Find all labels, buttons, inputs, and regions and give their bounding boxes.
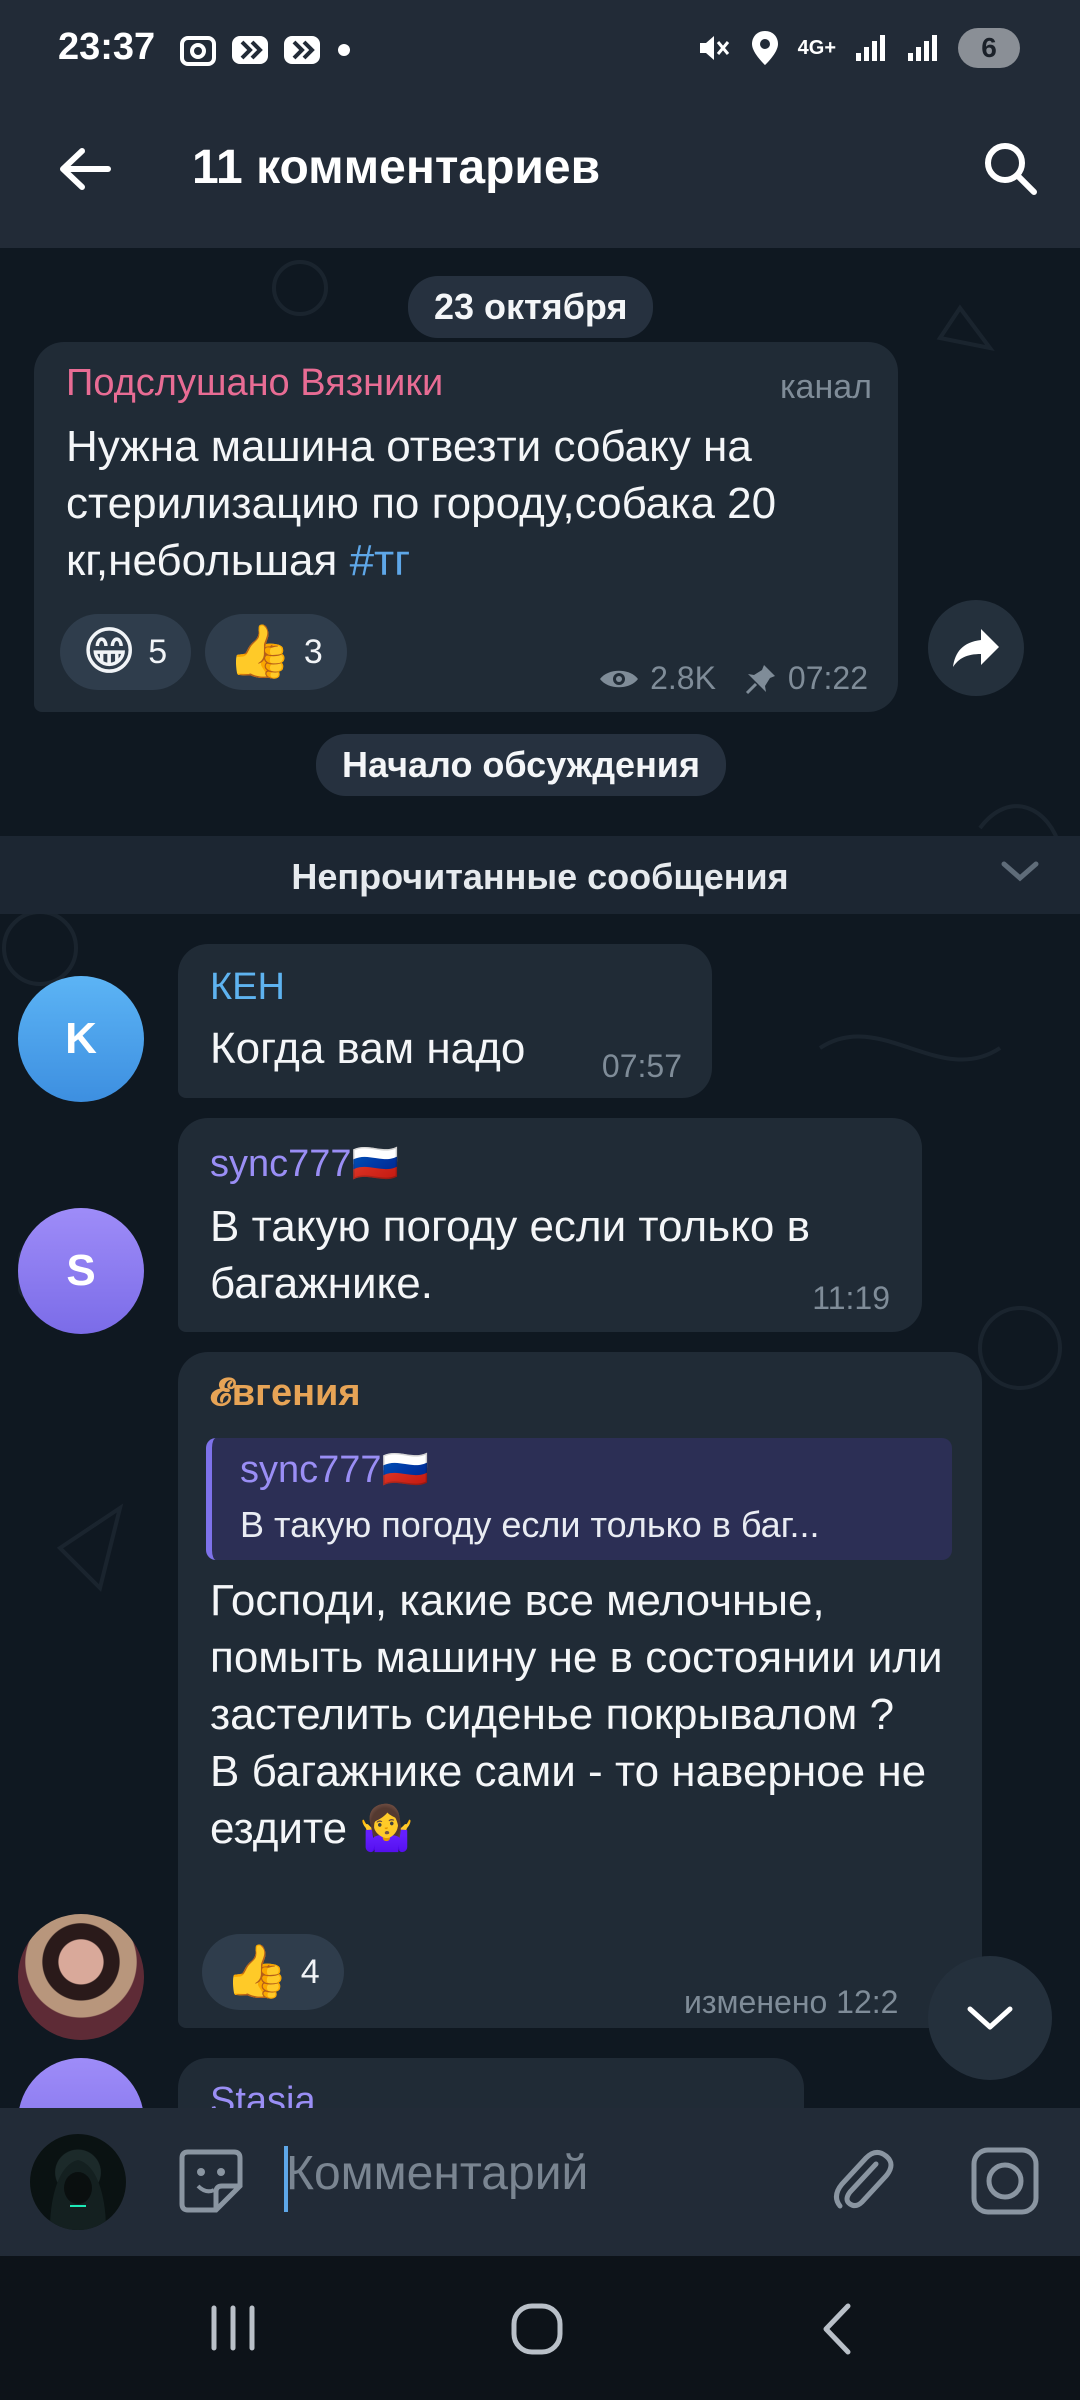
- message-bubble[interactable]: 𝓔вгения sync777🇷🇺 В такую погоду если то…: [178, 1352, 982, 2028]
- grin-emoji: 😁: [82, 623, 137, 681]
- signal-icon-2: [908, 35, 937, 61]
- reply-quote[interactable]: sync777🇷🇺 В такую погоду если только в б…: [206, 1438, 952, 1560]
- unread-label: Непрочитанные сообщения: [291, 856, 789, 897]
- post-text: Нужна машина отвезти собаку на стерилиза…: [66, 418, 866, 589]
- share-arrow-icon: [953, 629, 999, 667]
- message-bubble-partial[interactable]: Stasia: [178, 2058, 804, 2108]
- avatar[interactable]: [18, 2058, 144, 2108]
- reaction-count: 5: [148, 632, 168, 671]
- channel-name[interactable]: Подслушано Вязники: [66, 362, 443, 405]
- quote-author: sync777🇷🇺: [240, 1449, 429, 1491]
- message-bubble[interactable]: sync777🇷🇺 В такую погоду если только в б…: [178, 1118, 922, 1332]
- comment-input[interactable]: Комментарий: [286, 2146, 588, 2201]
- home-button[interactable]: [510, 2302, 564, 2361]
- thumbs-up-emoji: 👍: [227, 623, 292, 681]
- signal-icon: [856, 35, 885, 61]
- mute-icon: [699, 36, 729, 60]
- send-as-avatar[interactable]: [30, 2134, 126, 2230]
- reaction-thumbs-up[interactable]: 👍 3: [205, 614, 347, 690]
- pin-icon: [745, 664, 775, 694]
- quote-text: В такую погоду если только в баг...: [240, 1504, 820, 1545]
- media-icon: [232, 36, 268, 64]
- chevron-left-icon: [823, 2303, 851, 2355]
- back-button[interactable]: [40, 124, 130, 214]
- message-author[interactable]: Stasia: [210, 2080, 316, 2108]
- avatar-photo[interactable]: [18, 1914, 144, 2040]
- post-body: Нужна машина отвезти собаку на стерилиза…: [66, 422, 777, 585]
- dot-icon: [338, 44, 350, 56]
- scroll-to-bottom-button[interactable]: [928, 1956, 1052, 2080]
- status-right-icons: 4G+ 6: [696, 28, 1020, 68]
- post-meta: 2.8K 07:22: [598, 660, 868, 697]
- message-author[interactable]: 𝓔вгения: [210, 1372, 361, 1415]
- back-nav-button[interactable]: [818, 2302, 858, 2361]
- recent-apps-icon: [211, 2305, 255, 2351]
- reaction-thumbs-up[interactable]: 👍 4: [202, 1934, 344, 2010]
- collapse-unread-button[interactable]: [1000, 856, 1040, 891]
- location-icon: [751, 31, 778, 65]
- emoji-button[interactable]: [176, 2146, 246, 2221]
- avatar[interactable]: K: [18, 976, 144, 1102]
- screenshot-icon: [180, 36, 216, 66]
- discussion-start-pill: Начало обсуждения: [316, 734, 726, 796]
- avatar[interactable]: S: [18, 1208, 144, 1334]
- post-time: 07:22: [787, 660, 868, 696]
- network-type: 4G+: [797, 36, 836, 59]
- channel-post[interactable]: Подслушано Вязники канал Нужна машина от…: [34, 342, 898, 712]
- message-time: 11:19: [812, 1280, 890, 1316]
- views-count: 2.8K: [650, 660, 716, 696]
- message-time: 07:57: [601, 1048, 682, 1084]
- status-left-icons: [178, 30, 354, 70]
- message-author[interactable]: КЕН: [210, 966, 285, 1009]
- status-time: 23:37: [58, 26, 156, 68]
- thumbs-up-emoji: 👍: [224, 1943, 289, 2001]
- search-button[interactable]: [960, 118, 1060, 218]
- home-icon: [511, 2303, 563, 2355]
- date-pill: 23 октября: [408, 276, 654, 338]
- video-message-icon: [971, 2147, 1039, 2215]
- reaction-grin[interactable]: 😁 5: [60, 614, 192, 690]
- share-button[interactable]: [928, 600, 1024, 696]
- message-bubble[interactable]: КЕН Когда вам надо 07:57: [178, 944, 712, 1098]
- page-title: 11 комментариев: [192, 141, 601, 194]
- hashtag-link[interactable]: #тг: [350, 536, 411, 585]
- author-type-label: канал: [779, 368, 872, 406]
- message-time: изменено 12:2: [684, 1984, 899, 2020]
- recent-apps-button[interactable]: [206, 2304, 260, 2357]
- attach-button[interactable]: [830, 2146, 896, 2221]
- message-author[interactable]: sync777🇷🇺: [210, 1142, 399, 1186]
- message-text: Когда вам надо: [210, 1024, 526, 1073]
- camera-button[interactable]: [970, 2146, 1040, 2221]
- reactions-row: 😁 5 👍 3: [60, 614, 347, 690]
- arrow-left-icon: [60, 148, 111, 190]
- battery-indicator: 6: [958, 28, 1020, 68]
- message-text: Господи, какие все мелочные, помыть маши…: [210, 1576, 943, 1853]
- sticker-icon: [179, 2149, 243, 2213]
- media-icon-2: [284, 36, 320, 64]
- hooded-figure-icon: [50, 2160, 106, 2230]
- eye-icon: [600, 670, 639, 687]
- chevron-down-icon: [967, 2006, 1013, 2030]
- reaction-count: 3: [303, 632, 323, 671]
- reaction-count: 4: [300, 1952, 320, 1991]
- search-icon: [985, 143, 1037, 195]
- message-text: В такую погоду если только в багажнике.: [210, 1202, 810, 1308]
- paperclip-icon: [834, 2150, 894, 2209]
- chevron-down-icon: [1001, 861, 1039, 882]
